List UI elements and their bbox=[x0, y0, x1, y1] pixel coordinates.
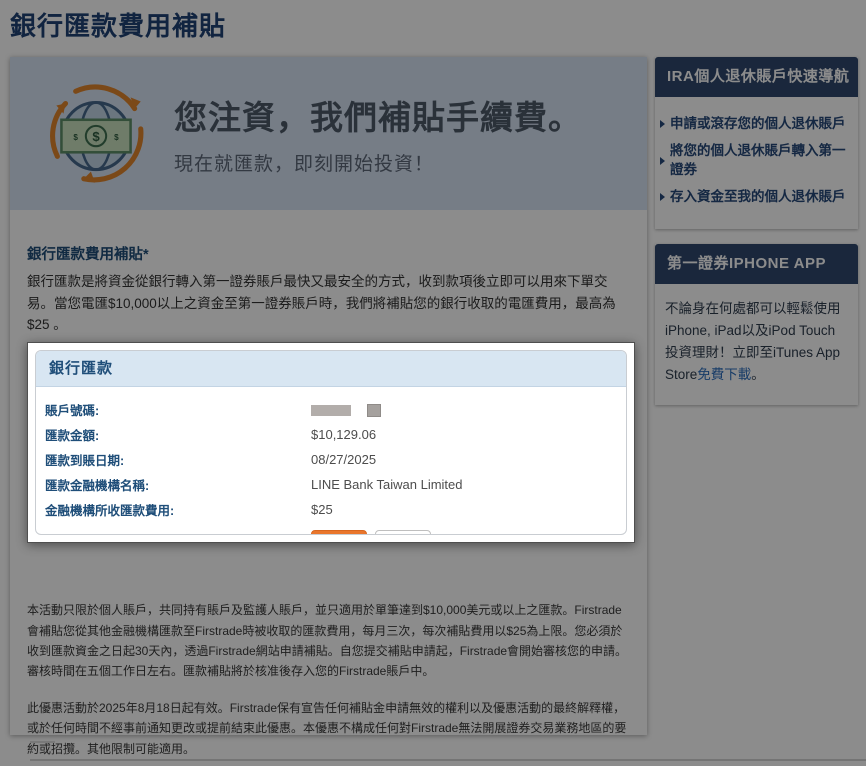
field-label: 匯款金融機構名稱: bbox=[45, 475, 311, 494]
field-value: $25 bbox=[311, 502, 333, 517]
redaction-block bbox=[367, 404, 381, 417]
field-bank-name: 匯款金融機構名稱: LINE Bank Taiwan Limited bbox=[45, 475, 616, 494]
field-account-number: 賬戶號碼: bbox=[45, 400, 616, 419]
redacted-account-number bbox=[311, 402, 381, 417]
field-value: 08/27/2025 bbox=[311, 452, 376, 467]
field-wire-amount: 匯款金額: $10,129.06 bbox=[45, 425, 616, 444]
field-label: 金融機構所收匯款費用: bbox=[45, 500, 311, 519]
field-label: 匯款到賬日期: bbox=[45, 450, 311, 469]
field-value: $10,129.06 bbox=[311, 427, 376, 442]
field-wire-date: 匯款到賬日期: 08/27/2025 bbox=[45, 450, 616, 469]
confirm-button[interactable]: 確定 bbox=[311, 530, 367, 535]
field-label: 賬戶號碼: bbox=[45, 400, 311, 419]
field-value: LINE Bank Taiwan Limited bbox=[311, 477, 463, 492]
bank-wire-modal: 銀行匯款 賬戶號碼: 匯款金額: $10,129.06 匯款到賬日期: 08/2… bbox=[27, 342, 635, 543]
field-wire-fee: 金融機構所收匯款費用: $25 bbox=[45, 500, 616, 519]
redaction-block bbox=[311, 405, 351, 416]
page: 銀行匯款費用補貼 bbox=[0, 0, 866, 766]
modal-title: 銀行匯款 bbox=[36, 351, 626, 387]
back-button[interactable]: 返回 bbox=[375, 530, 431, 535]
field-label: 匯款金額: bbox=[45, 425, 311, 444]
